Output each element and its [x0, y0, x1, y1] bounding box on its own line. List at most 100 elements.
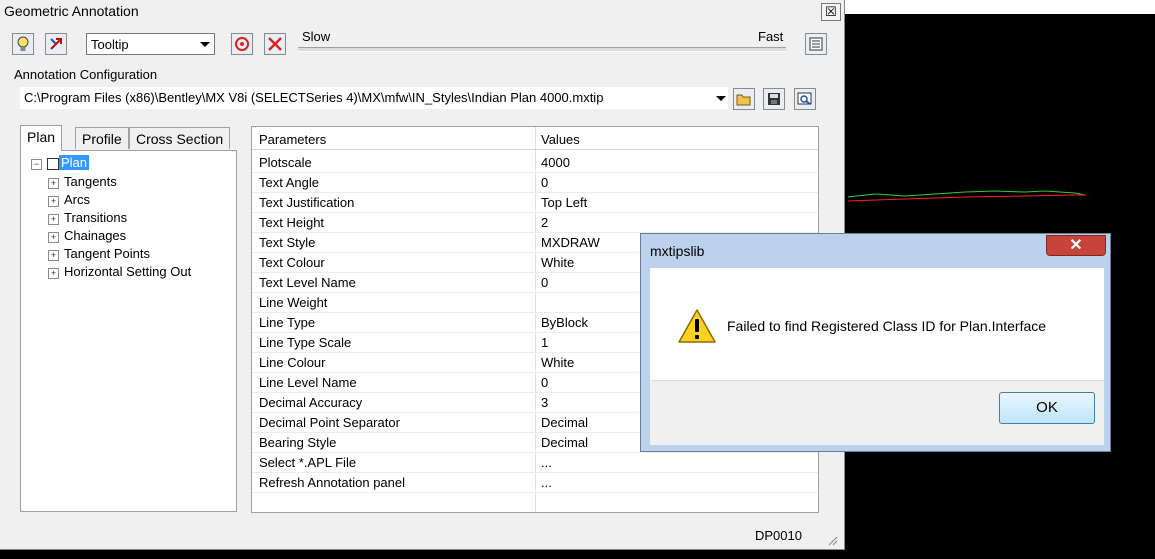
speed-fast-label: Fast [758, 29, 784, 44]
lightbulb-button[interactable] [12, 33, 34, 55]
table-row[interactable]: Text Justification Top Left [252, 192, 818, 213]
tree-item-plan[interactable]: Plan [59, 155, 90, 173]
save-icon [768, 93, 780, 105]
tree-item-tangents[interactable]: Tangents [64, 174, 117, 192]
param-value[interactable]: 3 [541, 395, 548, 410]
tab-plan[interactable]: Plan [20, 125, 63, 151]
delete-icon [268, 37, 282, 51]
param-value[interactable]: Top Left [541, 195, 587, 210]
open-config-button[interactable] [733, 88, 755, 110]
preview-config-button[interactable] [794, 88, 816, 110]
expand-icon[interactable]: + [48, 178, 59, 189]
warning-icon [678, 309, 716, 343]
param-value[interactable]: ByBlock [541, 315, 588, 330]
speed-slow-label: Slow [302, 29, 331, 44]
param-name: Line Weight [259, 295, 328, 310]
param-name: Text Colour [259, 255, 325, 270]
tooltip-combo[interactable]: Tooltip [86, 33, 215, 55]
param-name: Text Level Name [259, 275, 356, 290]
tree-item-tangent-points[interactable]: Tangent Points [64, 246, 150, 264]
param-value[interactable]: 0 [541, 275, 548, 290]
dialog-title: mxtipslib [650, 243, 705, 259]
param-name: Decimal Point Separator [259, 415, 400, 430]
param-value[interactable]: 4000 [541, 155, 570, 170]
plan-checkbox[interactable] [47, 158, 59, 170]
dialog-message: Failed to find Registered Class ID for P… [727, 318, 1047, 334]
window-title: Geometric Annotation [4, 3, 139, 19]
param-name: Select *.APL File [259, 455, 357, 470]
expand-icon[interactable]: + [48, 232, 59, 243]
annotation-configuration-label: Annotation Configuration [14, 67, 158, 82]
cad-profile-lines [847, 190, 1086, 202]
table-row[interactable]: Plotscale 4000 [252, 152, 818, 173]
param-name: Text Height [259, 215, 325, 230]
config-path-value: C:\Program Files (x86)\Bentley\MX V8i (S… [24, 90, 604, 105]
param-value[interactable]: ... [541, 455, 552, 470]
chevron-down-icon [200, 42, 210, 47]
table-row[interactable]: Text Height 2 [252, 212, 818, 233]
parameters-header: Parameters [259, 132, 327, 147]
tooltip-combo-value: Tooltip [91, 37, 129, 52]
lightbulb-icon [17, 36, 29, 51]
expand-icon[interactable]: + [48, 250, 59, 261]
param-name: Line Type Scale [259, 335, 352, 350]
tree-item-chainages[interactable]: Chainages [64, 228, 126, 246]
cad-green-line [847, 190, 1086, 198]
delete-button[interactable] [264, 33, 286, 55]
param-value[interactable]: White [541, 255, 574, 270]
param-value[interactable]: ... [541, 475, 552, 490]
expand-icon[interactable]: + [48, 214, 59, 225]
values-header: Values [541, 132, 580, 147]
annotation-tree: − Plan + Tangents + Arcs + Transitions +… [20, 150, 237, 512]
tab-cross-section[interactable]: Cross Section [129, 127, 231, 149]
param-value[interactable]: Decimal [541, 435, 588, 450]
expand-icon[interactable]: + [48, 268, 59, 279]
chevron-down-icon[interactable] [716, 96, 726, 101]
speed-slider[interactable] [298, 47, 786, 52]
table-row[interactable]: Text Angle 0 [252, 172, 818, 193]
list-icon [809, 37, 823, 51]
param-name: Text Angle [259, 175, 319, 190]
param-value[interactable]: 0 [541, 375, 548, 390]
table-row[interactable]: Select *.APL File... [252, 452, 818, 473]
param-name: Text Style [259, 235, 316, 250]
param-name: Bearing Style [259, 435, 337, 450]
background-bar [845, 0, 1155, 14]
param-name: Line Colour [259, 355, 326, 370]
resize-grip-icon[interactable] [826, 534, 838, 546]
tree-item-arcs[interactable]: Arcs [64, 192, 90, 210]
grid-header: Parameters Values [252, 127, 818, 150]
preview-icon [797, 92, 812, 105]
config-path-combo[interactable]: C:\Program Files (x86)\Bentley\MX V8i (S… [20, 87, 728, 109]
tree-item-horizontal-setting-out[interactable]: Horizontal Setting Out [64, 264, 191, 282]
tree-item-plan-label: Plan [59, 155, 90, 170]
param-name: Decimal Accuracy [259, 395, 363, 410]
tab-profile[interactable]: Profile [75, 127, 129, 149]
pick-button[interactable] [45, 33, 67, 55]
param-value[interactable]: 0 [541, 175, 548, 190]
close-button[interactable]: ☒ [821, 3, 841, 21]
param-name: Line Level Name [259, 375, 357, 390]
cad-red-line [847, 194, 1086, 202]
table-row[interactable]: Refresh Annotation panel... [252, 472, 818, 493]
param-name: Line Type [259, 315, 316, 330]
open-folder-icon [736, 94, 751, 106]
error-dialog: mxtipslib ✕ Failed to find Registered Cl… [640, 233, 1111, 452]
param-value[interactable]: 2 [541, 215, 548, 230]
tree-item-transitions[interactable]: Transitions [64, 210, 127, 228]
collapse-icon[interactable]: − [31, 159, 42, 170]
dialog-close-button[interactable]: ✕ [1046, 235, 1106, 256]
ok-button[interactable]: OK [999, 392, 1095, 424]
param-name: Text Justification [259, 195, 355, 210]
pick-icon [50, 38, 62, 50]
target-icon [235, 37, 249, 51]
list-button[interactable] [805, 33, 827, 55]
expand-icon[interactable]: + [48, 196, 59, 207]
target-button[interactable] [231, 33, 253, 55]
save-config-button[interactable] [763, 88, 785, 110]
param-name: Refresh Annotation panel [259, 475, 405, 490]
param-value[interactable]: White [541, 355, 574, 370]
param-value[interactable]: Decimal [541, 415, 588, 430]
param-value[interactable]: 1 [541, 335, 548, 350]
param-value[interactable]: MXDRAW [541, 235, 600, 250]
